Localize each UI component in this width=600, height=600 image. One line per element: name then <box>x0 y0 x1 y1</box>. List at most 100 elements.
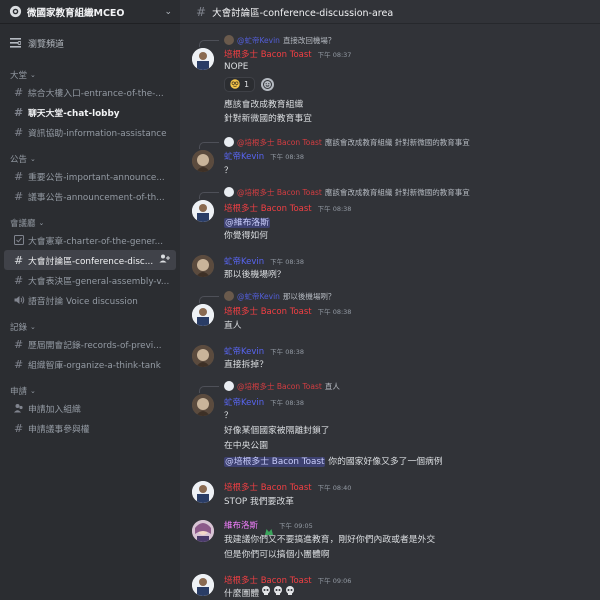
avatar[interactable] <box>192 255 214 277</box>
channel-general-assembly-vote[interactable]: # 大會表決區-general-assembly-v... <box>4 270 176 290</box>
reply-preview[interactable]: @培根多士 Bacon Toast 直人 <box>224 381 340 391</box>
reply-connector <box>199 192 219 199</box>
chevron-down-icon: ⌄ <box>30 323 36 331</box>
channel-label: 聊天大堂-chat-lobby <box>28 108 120 119</box>
rules-icon <box>14 235 28 245</box>
hash-icon: # <box>14 273 24 287</box>
channel-label: 申請加入組織 <box>28 404 81 415</box>
reply-text: 直接改回機場？ <box>282 35 336 45</box>
hash-icon: # <box>14 337 24 351</box>
channel-sidebar: 微國家教育組織MCEO ⌄ 瀏覽頻道 大堂 ⌄ # 綜合大樓入口-entrance… <box>0 0 180 600</box>
channel-entrance[interactable]: # 綜合大樓入口-entrance-of-the-... <box>4 82 176 102</box>
message-text: 針對新微國的教育事宜 <box>224 114 312 124</box>
username[interactable]: 虻帝Kevin <box>224 345 264 357</box>
channel-apply-participation[interactable]: # 申請議事參與權 <box>4 418 176 438</box>
reactions: 1 <box>224 77 275 92</box>
add-member-icon[interactable] <box>159 254 170 266</box>
username[interactable]: 培根多士 Bacon Toast <box>224 574 312 586</box>
username[interactable]: 虻帝Kevin <box>224 396 264 408</box>
message-header: 培根多士 Bacon Toast 下午 08:37 <box>224 48 351 60</box>
browse-channels[interactable]: 瀏覽頻道 <box>0 32 180 54</box>
role-icon <box>14 403 28 413</box>
category-applications[interactable]: 申請 ⌄ <box>0 384 180 398</box>
hash-icon: # <box>14 421 24 435</box>
channel-voice-discussion[interactable]: 語音討論 Voice discussion <box>4 290 176 310</box>
server-header[interactable]: 微國家教育組織MCEO ⌄ <box>0 0 180 24</box>
category-announcements[interactable]: 公告 ⌄ <box>0 152 180 166</box>
chevron-down-icon: ⌄ <box>30 71 36 79</box>
message-header: 虻帝Kevin 下午 08:38 <box>224 345 304 357</box>
channel-chat-lobby[interactable]: # 聊天大堂-chat-lobby <box>4 102 176 122</box>
username[interactable]: 維布洛斯 <box>224 519 258 531</box>
reply-connector <box>199 40 219 47</box>
avatar[interactable] <box>192 48 214 70</box>
message-text: @維布洛斯 <box>224 215 270 228</box>
message-text: 我建議你們又不要搞進教育，剛好你們內政或者是外交 <box>224 535 436 545</box>
timestamp: 下午 08:38 <box>317 308 352 316</box>
timestamp: 下午 08:37 <box>317 51 352 59</box>
reply-text: 那以後機場咧？ <box>282 291 336 301</box>
username[interactable]: 培根多士 Bacon Toast <box>224 481 312 493</box>
hash-icon: # <box>14 253 24 267</box>
timestamp: 下午 09:06 <box>317 577 352 585</box>
channel-information-assistance[interactable]: # 資訊協助-information-assistance <box>4 122 176 142</box>
chevron-down-icon[interactable]: ⌄ <box>164 7 172 17</box>
avatar[interactable] <box>192 200 214 222</box>
username[interactable]: 培根多士 Bacon Toast <box>224 202 312 214</box>
user-mention[interactable]: @維布洛斯 <box>224 218 270 228</box>
channel-conference-discussion[interactable]: # 大會討論區-conference-disc... <box>4 250 176 270</box>
channel-announcement-of-the[interactable]: # 議事公告-announcement-of-th... <box>4 186 176 206</box>
reply-preview[interactable]: @培根多士 Bacon Toast 應該會改成教育組織 針對新微國的教育事宜 <box>224 137 470 147</box>
reply-connector <box>199 296 219 303</box>
avatar[interactable] <box>192 150 214 172</box>
channel-label: 歷屆開會記錄-records-of-previ... <box>28 340 162 351</box>
message-text: 好像某個國家被隔離封鎖了 <box>224 426 330 436</box>
channel-label: 申請議事參與權 <box>28 424 90 435</box>
username[interactable]: 虻帝Kevin <box>224 255 264 267</box>
category-assembly-hall[interactable]: 會議廳 ⌄ <box>0 216 180 230</box>
category-label: 會議廳 <box>10 219 36 229</box>
message-text: 直接拆掉？ <box>224 360 268 370</box>
user-mention[interactable]: @培根多士 Bacon Toast <box>224 457 326 467</box>
username[interactable]: 虻帝Kevin <box>224 150 264 162</box>
channel-label: 議事公告-announcement-of-th... <box>28 192 165 203</box>
reply-preview[interactable]: @虻帝Kevin 那以後機場咧？ <box>224 291 335 301</box>
avatar <box>224 187 234 197</box>
avatar[interactable] <box>192 394 214 416</box>
avatar[interactable] <box>192 574 214 596</box>
avatar[interactable] <box>192 304 214 326</box>
reply-username: @培根多士 Bacon Toast <box>237 187 322 197</box>
message-header: 培根多士 Bacon Toast 下午 08:38 <box>224 202 351 214</box>
message-header: 培根多士 Bacon Toast 下午 08:38 <box>224 305 351 317</box>
avatar[interactable] <box>192 520 214 542</box>
hash-icon: # <box>196 4 207 19</box>
chevron-down-icon: ⌄ <box>38 219 45 227</box>
username[interactable]: 培根多士 Bacon Toast <box>224 48 312 60</box>
channel-records-of-previous[interactable]: # 歷屆開會記錄-records-of-previ... <box>4 334 176 354</box>
role-badge-icon <box>264 521 274 535</box>
channel-charter[interactable]: 大會憲章-charter-of-the-gener... <box>4 230 176 250</box>
avatar[interactable] <box>192 345 214 367</box>
channel-think-tank[interactable]: # 組織智庫-organize-a-think-tank <box>4 354 176 374</box>
hash-icon: # <box>14 125 24 139</box>
channel-label: 組織智庫-organize-a-think-tank <box>28 360 161 371</box>
category-label: 公告 <box>10 155 28 165</box>
category-records[interactable]: 記錄 ⌄ <box>0 320 180 334</box>
chevron-down-icon: ⌄ <box>30 155 36 163</box>
reaction-pill[interactable]: 1 <box>224 77 256 92</box>
reply-preview[interactable]: @虻帝Kevin 直接改回機場？ <box>224 35 335 45</box>
avatar[interactable] <box>192 481 214 503</box>
channel-label: 重要公告-important-announce... <box>28 172 165 183</box>
username[interactable]: 培根多士 Bacon Toast <box>224 305 312 317</box>
reply-username: @培根多士 Bacon Toast <box>237 137 322 147</box>
message-text: 什麼團體 <box>224 586 295 599</box>
category-lobby[interactable]: 大堂 ⌄ <box>0 68 180 82</box>
reply-text: 直人 <box>324 381 340 391</box>
channel-important-announcements[interactable]: # 重要公告-important-announce... <box>4 166 176 186</box>
add-reaction-icon[interactable] <box>261 78 275 91</box>
message-header: 培根多士 Bacon Toast 下午 09:06 <box>224 574 351 586</box>
reply-text: 應該會改成教育組織 針對新微國的教育事宜 <box>324 137 470 147</box>
reply-preview[interactable]: @培根多士 Bacon Toast 應該會改成教育組織 針對新微國的教育事宜 <box>224 187 470 197</box>
channel-apply-to-join[interactable]: 申請加入組織 <box>4 398 176 418</box>
message-text: STOP 我們要改革 <box>224 497 294 507</box>
